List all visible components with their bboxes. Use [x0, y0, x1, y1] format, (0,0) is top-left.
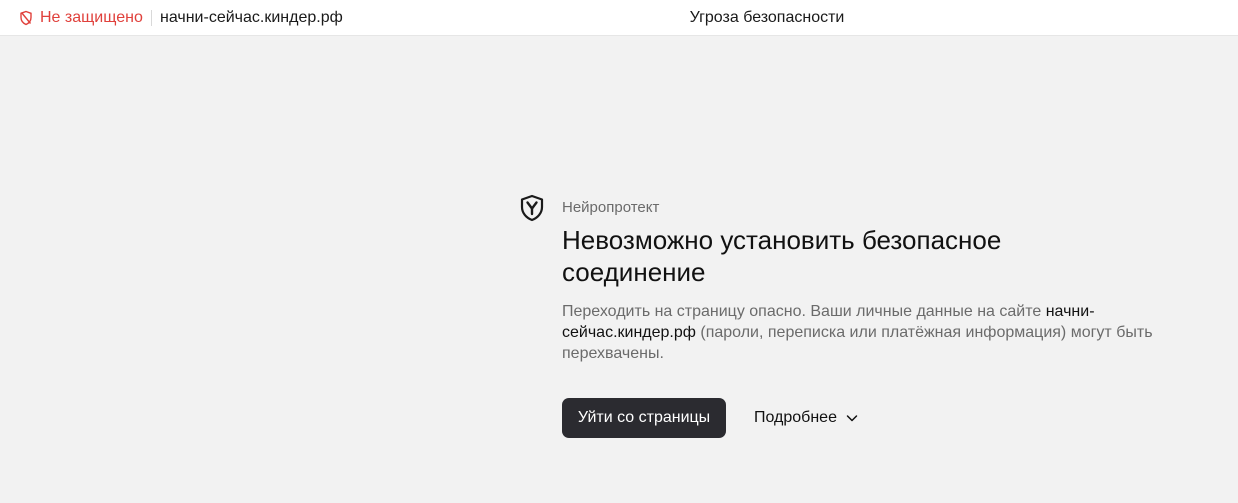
chevron-down-icon — [845, 411, 859, 425]
address-bar: Не защищено начни-сейчас.киндер.рф Угроз… — [0, 0, 1238, 36]
more-details-button[interactable]: Подробнее — [754, 398, 859, 438]
warning-headline: Невозможно установить безопасное соедине… — [562, 225, 1002, 287]
warning-description: Переходить на страницу опасно. Ваши личн… — [562, 301, 1162, 364]
leave-page-button[interactable]: Уйти со страницы — [562, 398, 726, 438]
yandex-shield-icon — [519, 194, 545, 222]
product-name: Нейропротект — [562, 199, 660, 216]
description-text-before: Переходить на страницу опасно. Ваши личн… — [562, 303, 1046, 320]
more-details-label: Подробнее — [754, 409, 837, 426]
page-title: Угроза безопасности — [689, 9, 845, 26]
